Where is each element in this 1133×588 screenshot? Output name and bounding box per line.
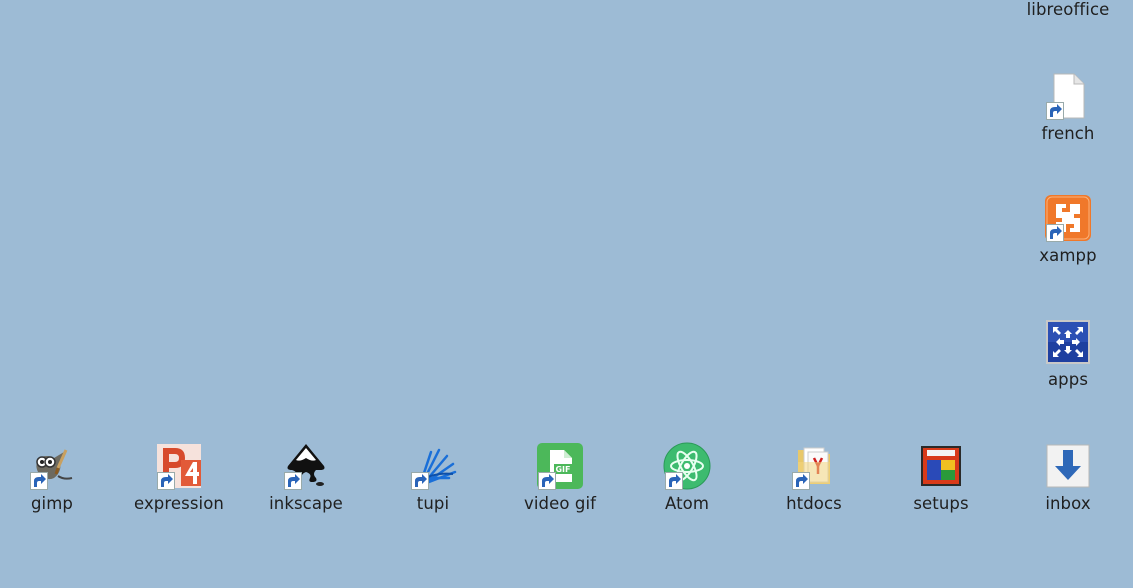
desktop-icon-inbox[interactable]: inbox — [1020, 442, 1116, 532]
desktop-icon-setups[interactable]: setups — [893, 442, 989, 532]
inkscape-icon — [282, 442, 330, 490]
desktop: { "desktop": { "icons": [ {"id":"libreof… — [0, 0, 1133, 588]
shortcut-arrow-icon — [665, 472, 683, 490]
blank-file-icon — [1044, 72, 1092, 120]
desktop-icon-inkscape[interactable]: inkscape — [258, 442, 354, 532]
desktop-icon-label: inbox — [1045, 494, 1091, 513]
desktop-icon-label: tupi — [416, 494, 450, 513]
shortcut-arrow-icon — [157, 472, 175, 490]
desktop-icon-label: apps — [1047, 370, 1089, 389]
desktop-icon-label: french — [1041, 124, 1095, 143]
shortcut-arrow-icon — [284, 472, 302, 490]
apps-icon — [1044, 318, 1092, 366]
gimp-icon — [28, 442, 76, 490]
desktop-icon-label: Atom — [664, 494, 710, 513]
shortcut-arrow-icon — [792, 472, 810, 490]
shortcut-arrow-icon — [538, 472, 556, 490]
folder-icon — [790, 442, 838, 490]
shortcut-arrow-icon — [1046, 224, 1064, 242]
desktop-icon-expression[interactable]: expression — [131, 442, 227, 532]
desktop-icon-atom[interactable]: Atom — [639, 442, 735, 532]
desktop-icon-label: expression — [133, 494, 224, 513]
desktop-icon-gimp[interactable]: gimp — [4, 442, 100, 532]
svg-text:GIF: GIF — [555, 465, 570, 474]
desktop-icon-label: xampp — [1039, 246, 1097, 265]
desktop-icon-label: inkscape — [269, 494, 343, 513]
desktop-icon-label: gimp — [30, 494, 73, 513]
xampp-icon — [1044, 194, 1092, 242]
desktop-icon-tupi[interactable]: tupi — [385, 442, 481, 532]
download-arrow-icon — [1044, 442, 1092, 490]
tupi-icon — [409, 442, 457, 490]
gif-file-icon: GIF — [536, 442, 584, 490]
desktop-icon-french[interactable]: french — [1020, 72, 1116, 162]
desktop-icon-htdocs[interactable]: htdocs — [766, 442, 862, 532]
desktop-icon-label: video gif — [523, 494, 597, 513]
expression-icon — [155, 442, 203, 490]
desktop-icon-xampp[interactable]: xampp — [1020, 194, 1116, 284]
setups-icon — [917, 442, 965, 490]
desktop-icon-label: htdocs — [786, 494, 842, 513]
desktop-icon-label: libreoffice — [1026, 0, 1110, 19]
desktop-icon-label: setups — [913, 494, 969, 513]
desktop-icon-apps[interactable]: apps — [1020, 318, 1116, 408]
desktop-icon-libreoffice[interactable]: libreoffice — [1020, 0, 1116, 38]
shortcut-arrow-icon — [411, 472, 429, 490]
shortcut-arrow-icon — [30, 472, 48, 490]
atom-icon — [663, 442, 711, 490]
desktop-icon-video-gif[interactable]: GIF video gif — [512, 442, 608, 532]
shortcut-arrow-icon — [1046, 102, 1064, 120]
